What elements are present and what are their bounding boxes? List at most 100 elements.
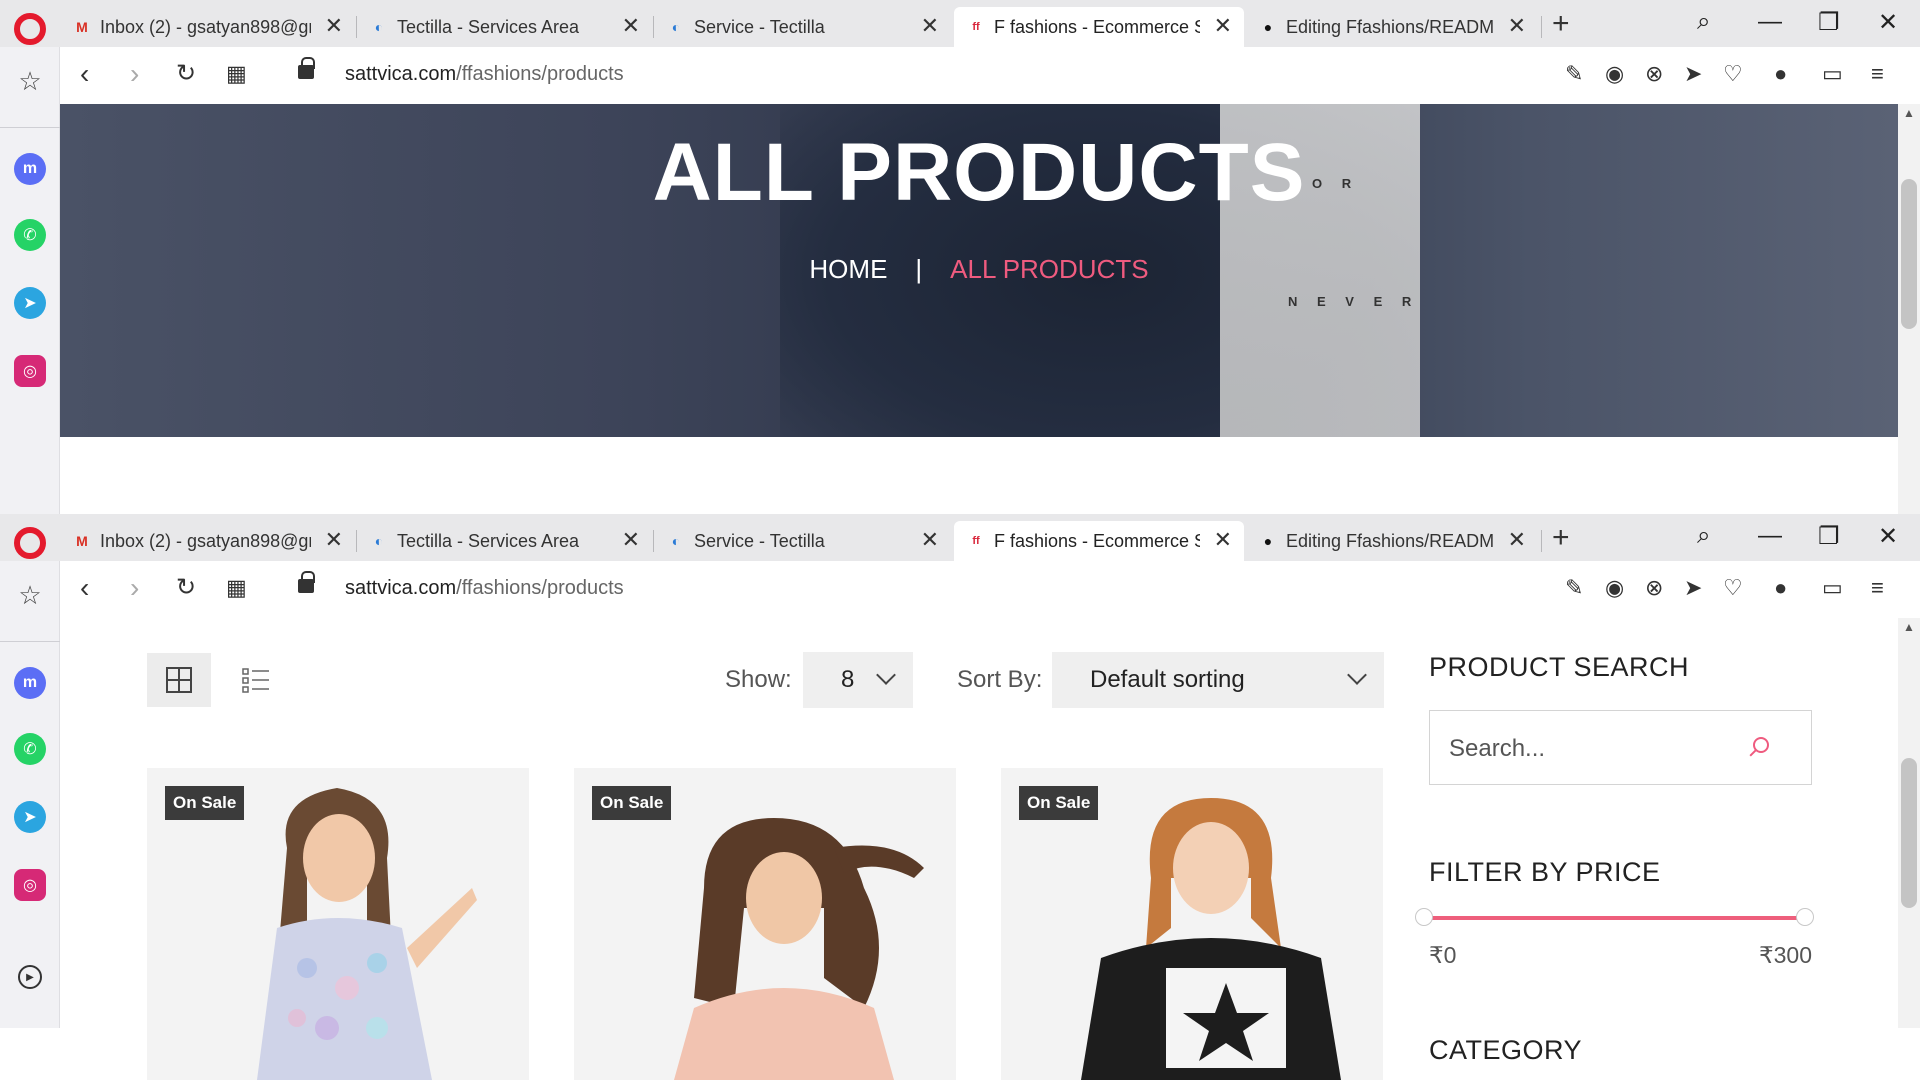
product-card[interactable]: On Sale <box>147 768 529 1080</box>
scroll-up-icon[interactable]: ▲ <box>1903 620 1915 634</box>
price-min-value: ₹0 <box>1429 942 1457 968</box>
bookmark-star-icon[interactable]: ☆ <box>14 579 46 611</box>
tab-ffashions[interactable]: ff F fashions - Ecommerce Sy: ✕ <box>954 7 1244 47</box>
new-tab-plus-icon[interactable]: + <box>1552 523 1570 553</box>
close-tab-icon[interactable]: ✕ <box>1508 529 1526 551</box>
adblock-icon[interactable]: ⊗ <box>1645 575 1663 601</box>
adblock-icon[interactable]: ⊗ <box>1645 61 1663 87</box>
close-tab-icon[interactable]: ✕ <box>622 15 640 37</box>
sort-select[interactable]: Default sorting <box>1052 652 1384 708</box>
tab-title: Service - Tectilla <box>694 530 825 551</box>
tab-service-tectilla[interactable]: ◐ Service - Tectilla ✕ <box>654 521 951 561</box>
close-window-icon[interactable]: ✕ <box>1878 522 1898 551</box>
scrollbar-thumb[interactable] <box>1901 179 1917 329</box>
close-tab-icon[interactable]: ✕ <box>1214 15 1232 37</box>
back-icon[interactable]: ‹ <box>80 573 89 603</box>
edit-icon[interactable]: ✎ <box>1565 575 1583 601</box>
reload-icon[interactable]: ↻ <box>176 573 196 603</box>
tab-title: F fashions - Ecommerce Sy: <box>994 16 1200 37</box>
new-tab-plus-icon[interactable]: + <box>1552 9 1570 39</box>
whatsapp-icon[interactable]: ✆ <box>14 733 46 765</box>
close-tab-icon[interactable]: ✕ <box>921 15 939 37</box>
messenger-icon[interactable]: m <box>14 153 46 185</box>
close-tab-icon[interactable]: ✕ <box>921 529 939 551</box>
product-card[interactable]: On Sale <box>574 768 956 1080</box>
send-icon[interactable]: ➤ <box>1684 575 1702 601</box>
bookmark-star-icon[interactable]: ☆ <box>14 65 46 97</box>
scroll-up-icon[interactable]: ▲ <box>1903 106 1915 120</box>
heart-icon[interactable]: ♡ <box>1723 575 1743 601</box>
minimize-icon[interactable]: — <box>1758 8 1782 36</box>
tab-tectilla-services[interactable]: ◐ Tectilla - Services Area ✕ <box>357 521 652 561</box>
tab-inbox[interactable]: M Inbox (2) - gsatyan898@gn ✕ <box>60 521 355 561</box>
forward-icon[interactable]: › <box>130 59 139 89</box>
forward-icon[interactable]: › <box>130 573 139 603</box>
telegram-icon[interactable]: ➤ <box>14 801 46 833</box>
speed-dial-icon[interactable]: ▦ <box>226 59 247 89</box>
grid-view-button[interactable] <box>147 653 211 707</box>
menu-icon[interactable]: ≡ <box>1871 61 1884 87</box>
minimize-icon[interactable]: — <box>1758 522 1782 550</box>
scrollbar-thumb[interactable] <box>1901 758 1917 908</box>
camera-icon[interactable]: ◉ <box>1605 575 1624 601</box>
tectilla-icon: ◐ <box>374 533 384 549</box>
search-tabs-icon[interactable]: ⌕ <box>1697 8 1710 36</box>
price-min-handle[interactable] <box>1415 908 1433 926</box>
close-tab-icon[interactable]: ✕ <box>325 15 343 37</box>
send-icon[interactable]: ➤ <box>1684 61 1702 87</box>
search-icon[interactable] <box>1753 737 1769 753</box>
instagram-icon[interactable]: ◎ <box>14 355 46 387</box>
search-input[interactable]: Search... <box>1429 710 1812 785</box>
url-field[interactable]: sattvica.com/ffashions/products <box>345 63 624 86</box>
profile-avatar-icon[interactable]: ● <box>1774 575 1787 601</box>
close-tab-icon[interactable]: ✕ <box>1214 529 1232 551</box>
url-field[interactable]: sattvica.com/ffashions/products <box>345 577 624 600</box>
close-tab-icon[interactable]: ✕ <box>325 529 343 551</box>
messenger-icon[interactable]: m <box>14 667 46 699</box>
menu-icon[interactable]: ≡ <box>1871 575 1884 601</box>
profile-avatar-icon[interactable]: ● <box>1774 61 1787 87</box>
page-title: ALL PRODUCTS <box>652 127 1306 218</box>
restore-window-icon[interactable]: ❐ <box>1818 8 1840 37</box>
list-view-button[interactable] <box>224 653 288 707</box>
url-host: sattvica.com <box>345 63 457 85</box>
tab-title: Service - Tectilla <box>694 16 825 37</box>
search-tabs-icon[interactable]: ⌕ <box>1697 522 1710 550</box>
price-max-handle[interactable] <box>1796 908 1814 926</box>
battery-icon[interactable]: ▭ <box>1822 575 1843 601</box>
tab-inbox[interactable]: M Inbox (2) - gsatyan898@gn ✕ <box>60 7 355 47</box>
edit-icon[interactable]: ✎ <box>1565 61 1583 87</box>
tab-tectilla-services[interactable]: ◐ Tectilla - Services Area ✕ <box>357 7 652 47</box>
battery-icon[interactable]: ▭ <box>1822 61 1843 87</box>
tab-title: Tectilla - Services Area <box>397 530 580 551</box>
page-scrollbar[interactable]: ▲ <box>1898 618 1920 1028</box>
player-icon[interactable]: ▶ <box>18 965 42 989</box>
show-count-select[interactable]: 8 <box>803 652 913 708</box>
telegram-icon[interactable]: ➤ <box>14 287 46 319</box>
close-tab-icon[interactable]: ✕ <box>622 529 640 551</box>
page-scrollbar[interactable]: ▲ <box>1898 104 1920 514</box>
tab-github-readme[interactable]: ● Editing Ffashions/README. ✕ <box>1246 7 1538 47</box>
opera-logo-icon[interactable] <box>14 527 46 559</box>
camera-icon[interactable]: ◉ <box>1605 61 1624 87</box>
tab-github-readme[interactable]: ● Editing Ffashions/README. ✕ <box>1246 521 1538 561</box>
close-tab-icon[interactable]: ✕ <box>1508 15 1526 37</box>
opera-logo-icon[interactable] <box>14 13 46 45</box>
breadcrumb-home-link[interactable]: HOME <box>809 254 887 284</box>
lock-icon <box>298 571 315 593</box>
heart-icon[interactable]: ♡ <box>1723 61 1743 87</box>
breadcrumb: HOME | ALL PRODUCTS <box>60 254 1898 285</box>
price-range-track[interactable] <box>1424 916 1806 920</box>
restore-window-icon[interactable]: ❐ <box>1818 522 1840 551</box>
reload-icon[interactable]: ↻ <box>176 59 196 89</box>
tab-ffashions[interactable]: ff F fashions - Ecommerce Sy: ✕ <box>954 521 1244 561</box>
tab-service-tectilla[interactable]: ◐ Service - Tectilla ✕ <box>654 7 951 47</box>
product-image <box>257 788 477 1080</box>
address-bar: ‹ › ↻ ▦ sattvica.com/ffashions/products … <box>60 561 1920 618</box>
instagram-icon[interactable]: ◎ <box>14 869 46 901</box>
product-card[interactable]: On Sale <box>1001 768 1383 1080</box>
whatsapp-icon[interactable]: ✆ <box>14 219 46 251</box>
speed-dial-icon[interactable]: ▦ <box>226 573 247 603</box>
close-window-icon[interactable]: ✕ <box>1878 8 1898 37</box>
back-icon[interactable]: ‹ <box>80 59 89 89</box>
